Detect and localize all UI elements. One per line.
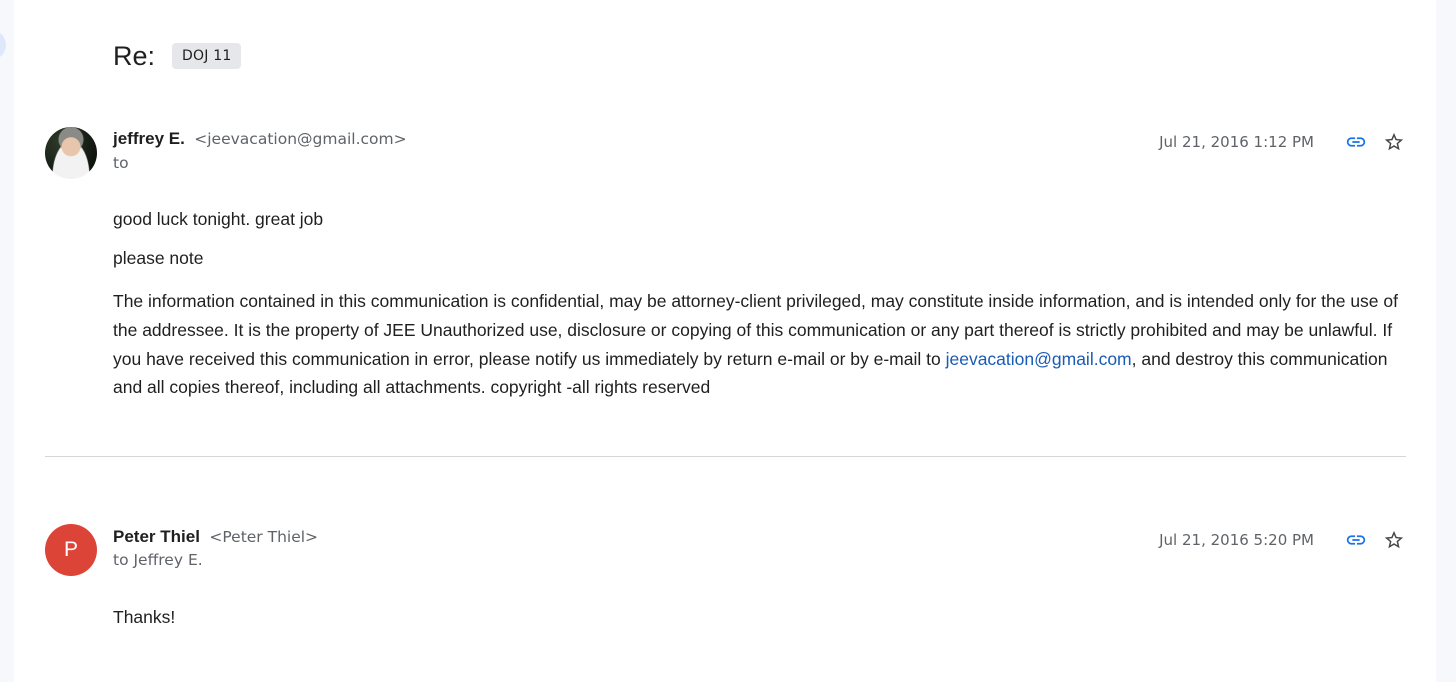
link-icon[interactable] — [1344, 528, 1368, 552]
label-chip[interactable]: DOJ 11 — [172, 43, 242, 69]
sender-line: Peter Thiel <Peter Thiel> — [113, 527, 318, 547]
email-link[interactable]: jeevacation@gmail.com — [946, 349, 1132, 369]
sender-avatar[interactable] — [45, 127, 97, 179]
nav-rail-indicator[interactable] — [0, 30, 6, 60]
sender-line: jeffrey E. <jeevacation@gmail.com> — [113, 129, 407, 149]
message-meta: Jul 21, 2016 1:12 PM — [1159, 130, 1406, 154]
body-line: please note — [113, 248, 204, 268]
message-divider — [45, 456, 1406, 457]
star-icon[interactable] — [1382, 130, 1406, 154]
star-icon[interactable] — [1382, 528, 1406, 552]
sender-avatar[interactable]: P — [45, 524, 97, 576]
recipient-line[interactable]: to Jeffrey E. — [113, 551, 203, 569]
sender-name[interactable]: jeffrey E. — [113, 129, 185, 148]
sender-email: <Peter Thiel> — [209, 528, 319, 546]
email-thread-panel: Re: DOJ 11 jeffrey E. <jeevacation@gmail… — [14, 0, 1436, 682]
link-icon[interactable] — [1344, 130, 1368, 154]
sender-email: <jeevacation@gmail.com> — [194, 130, 407, 148]
disclaimer-text: The information contained in this commun… — [113, 287, 1405, 402]
left-gutter — [0, 0, 14, 682]
recipient-line[interactable]: to — [113, 154, 129, 172]
body-line: good luck tonight. great job — [113, 209, 324, 229]
subject-text: Re: — [113, 40, 156, 71]
body-line: Thanks! — [113, 607, 176, 627]
message-meta: Jul 21, 2016 5:20 PM — [1159, 528, 1406, 552]
right-gutter — [1436, 0, 1456, 682]
timestamp: Jul 21, 2016 1:12 PM — [1159, 133, 1314, 151]
thread-subject: Re: DOJ 11 — [113, 38, 242, 74]
timestamp: Jul 21, 2016 5:20 PM — [1159, 531, 1314, 549]
sender-name[interactable]: Peter Thiel — [113, 527, 200, 546]
